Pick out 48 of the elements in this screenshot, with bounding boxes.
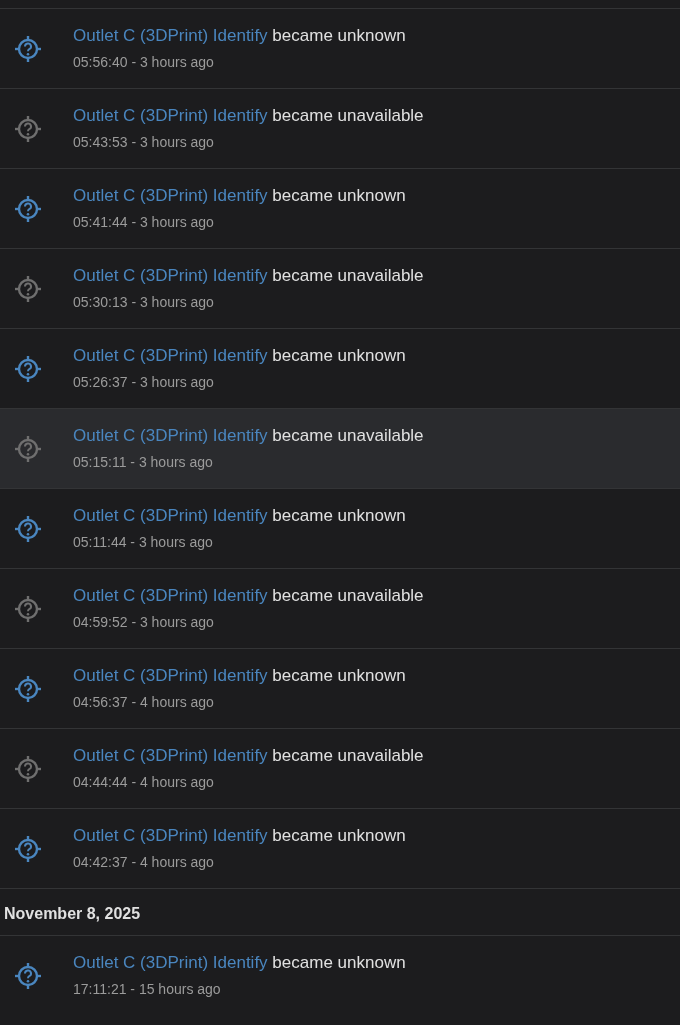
logbook-entry[interactable]: Outlet C (3DPrint) Identify became unavailable 05:30:13 - 3 hours ago (0, 248, 680, 328)
event-time: 05:26:37 - 3 hours ago (73, 373, 215, 390)
logbook-entry[interactable]: Outlet C (3DPrint) Identify became unknown 04:56:37 - 4 hours ago (0, 648, 680, 728)
event-message: Outlet C (3DPrint) Identify became unknown (73, 345, 406, 366)
logbook-entry[interactable]: Outlet C (3DPrint) Identify became unknown 05:56:40 - 3 hours ago (0, 8, 680, 88)
entity-link[interactable]: Outlet C (3DPrint) Identify (73, 585, 268, 605)
event-message: Outlet C (3DPrint) Identify became unknown (73, 665, 406, 686)
event-message: Outlet C (3DPrint) Identify became unknown (73, 505, 406, 526)
logbook-entry[interactable]: Outlet C (3DPrint) Identify became unavailable 05:15:11 - 3 hours ago (0, 408, 680, 488)
entity-link[interactable]: Outlet C (3DPrint) Identify (73, 665, 268, 685)
logbook-entry[interactable]: Outlet C (3DPrint) Identify became unknown 04:42:37 - 4 hours ago (0, 808, 680, 888)
event-time: 17:11:21 - 15 hours ago (73, 980, 222, 997)
logbook-entry[interactable]: Outlet C (3DPrint) Identify became unavailable 05:43:53 - 3 hours ago (0, 88, 680, 168)
entity-link[interactable]: Outlet C (3DPrint) Identify (73, 952, 268, 972)
entity-link[interactable]: Outlet C (3DPrint) Identify (73, 105, 268, 125)
event-message: Outlet C (3DPrint) Identify became unavailable (73, 105, 424, 126)
event-time: 04:59:52 - 3 hours ago (73, 613, 215, 630)
event-message: Outlet C (3DPrint) Identify became unknown (73, 825, 406, 846)
entity-link[interactable]: Outlet C (3DPrint) Identify (73, 825, 268, 845)
event-time: 04:56:37 - 4 hours ago (73, 693, 215, 710)
logbook-entry[interactable]: Outlet C (3DPrint) Identify became unavailable 04:44:44 - 4 hours ago (0, 728, 680, 808)
event-message: Outlet C (3DPrint) Identify became unavailable (73, 265, 424, 286)
event-time: 05:30:13 - 3 hours ago (73, 293, 215, 310)
event-message: Outlet C (3DPrint) Identify became unknown (73, 185, 406, 206)
event-message: Outlet C (3DPrint) Identify became unavailable (73, 585, 424, 606)
entity-link[interactable]: Outlet C (3DPrint) Identify (73, 745, 268, 765)
logbook-entry[interactable]: Outlet C (3DPrint) Identify became unavailable 04:59:52 - 3 hours ago (0, 568, 680, 648)
event-time: 05:11:44 - 3 hours ago (73, 533, 214, 550)
event-message: Outlet C (3DPrint) Identify became unknown (73, 25, 406, 46)
event-time: 04:44:44 - 4 hours ago (73, 773, 215, 790)
event-time: 05:43:53 - 3 hours ago (73, 133, 215, 150)
entity-link[interactable]: Outlet C (3DPrint) Identify (73, 425, 268, 445)
logbook-entry[interactable]: Outlet C (3DPrint) Identify became unknown 05:11:44 - 3 hours ago (0, 488, 680, 568)
entity-link[interactable]: Outlet C (3DPrint) Identify (73, 185, 268, 205)
entity-link[interactable]: Outlet C (3DPrint) Identify (73, 265, 268, 285)
logbook-entry[interactable]: Outlet C (3DPrint) Identify became unknown 17:11:21 - 15 hours ago (0, 935, 680, 1015)
entity-link[interactable]: Outlet C (3DPrint) Identify (73, 25, 268, 45)
event-message: Outlet C (3DPrint) Identify became unknown (73, 952, 406, 973)
logbook-entry[interactable]: Outlet C (3DPrint) Identify became unknown 05:41:44 - 3 hours ago (0, 168, 680, 248)
event-time: 05:15:11 - 3 hours ago (73, 453, 214, 470)
event-time: 05:41:44 - 3 hours ago (73, 213, 215, 230)
event-time: 04:42:37 - 4 hours ago (73, 853, 215, 870)
entity-link[interactable]: Outlet C (3DPrint) Identify (73, 345, 268, 365)
event-message: Outlet C (3DPrint) Identify became unavailable (73, 425, 424, 446)
event-time: 05:56:40 - 3 hours ago (73, 53, 215, 70)
event-message: Outlet C (3DPrint) Identify became unavailable (73, 745, 424, 766)
date-heading: November 8, 2025 (0, 888, 680, 935)
entity-link[interactable]: Outlet C (3DPrint) Identify (73, 505, 268, 525)
